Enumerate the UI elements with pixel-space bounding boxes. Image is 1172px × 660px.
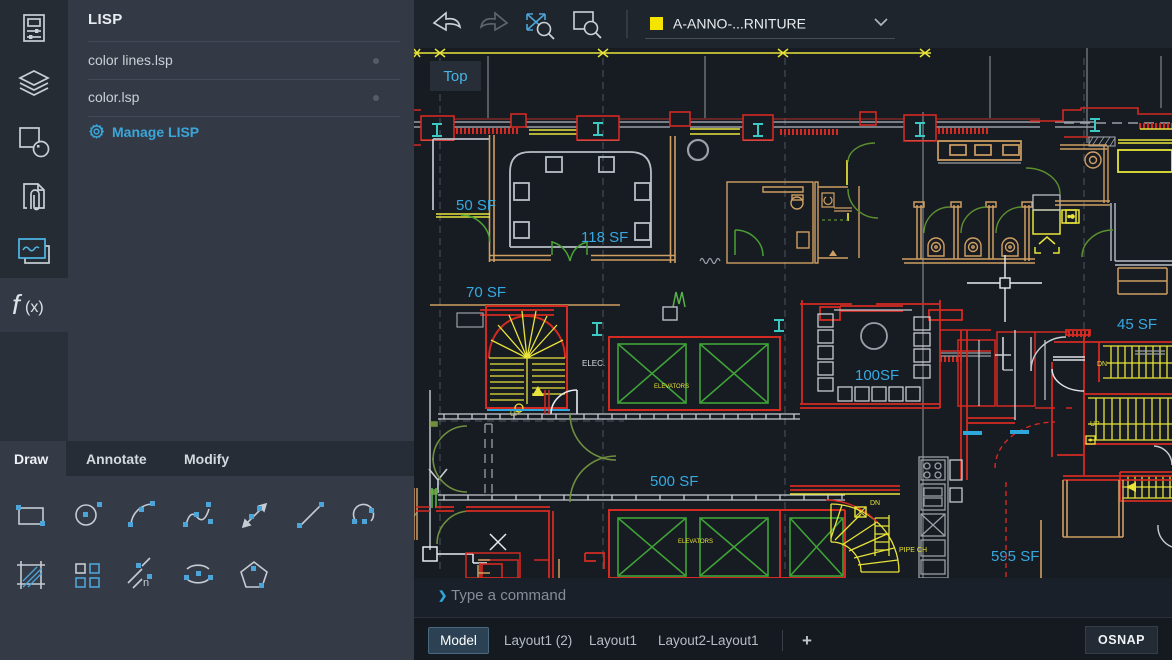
svg-text:50 SF: 50 SF — [456, 197, 496, 214]
svg-text:UP: UP — [1090, 421, 1100, 428]
svg-text:(x): (x) — [25, 299, 44, 316]
svg-text:A-ANNO-...RNITURE: A-ANNO-...RNITURE — [673, 16, 806, 32]
svg-text:f: f — [12, 290, 23, 320]
svg-text:595 SF: 595 SF — [991, 548, 1039, 565]
svg-text:ELEVATORS: ELEVATORS — [678, 539, 713, 545]
svg-text:45 SF: 45 SF — [1117, 316, 1157, 333]
svg-text:500 SF: 500 SF — [650, 473, 698, 490]
svg-text:DN: DN — [870, 500, 880, 507]
svg-text:70 SF: 70 SF — [466, 284, 506, 301]
svg-text:118 SF: 118 SF — [581, 229, 628, 246]
svg-text:100SF: 100SF — [855, 367, 899, 384]
svg-text:PIPE CH: PIPE CH — [899, 547, 927, 554]
svg-text:ELEVATORS: ELEVATORS — [654, 384, 689, 390]
svg-text:DN: DN — [1097, 361, 1107, 368]
svg-text:ELEC.: ELEC. — [582, 359, 605, 368]
svg-text:n: n — [143, 577, 149, 589]
